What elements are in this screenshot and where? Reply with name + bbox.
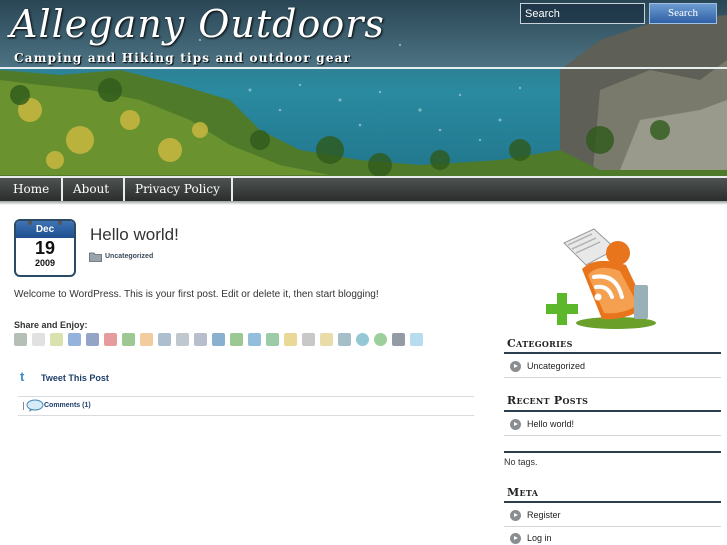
- friendfeed-icon[interactable]: [194, 333, 207, 346]
- mister-wong-icon[interactable]: [338, 333, 351, 346]
- evernote-icon[interactable]: [266, 333, 279, 346]
- site-header: Allegany Outdoors Camping and Hiking tip…: [0, 0, 727, 205]
- print-icon[interactable]: [14, 333, 27, 346]
- widget-title-categories: Categories: [507, 337, 573, 350]
- widget-title-recent-posts: Recent Posts: [507, 394, 589, 407]
- linkedin-icon[interactable]: [212, 333, 225, 346]
- speech-bubble-icon: [26, 399, 44, 412]
- divider: [23, 402, 24, 410]
- rss-reader-icon: [546, 228, 656, 329]
- tumblr-icon[interactable]: [392, 333, 405, 346]
- tag-cloud-empty-text: No tags.: [504, 457, 538, 467]
- netvibes-icon[interactable]: [230, 333, 243, 346]
- site-tagline: Camping and Hiking tips and outdoor gear: [14, 51, 352, 65]
- nav-item-about[interactable]: About: [63, 178, 125, 201]
- google-bookmarks-icon[interactable]: [122, 333, 135, 346]
- share-label: Share and Enjoy:: [14, 320, 88, 330]
- post-footer-bar: Comments (1): [18, 396, 474, 416]
- category-link[interactable]: Uncategorized: [527, 361, 585, 371]
- widget-item-divider: [504, 526, 721, 527]
- search-input[interactable]: [520, 3, 645, 24]
- calendar-ring: [28, 221, 32, 225]
- search-button[interactable]: Search: [649, 3, 717, 24]
- nav-item-home[interactable]: Home: [3, 178, 63, 201]
- post-date-calendar-icon: Dec 19 2009: [14, 219, 76, 277]
- widget-item-divider: [504, 435, 721, 436]
- header-divider: [0, 67, 727, 69]
- post-date-day: 19: [34, 238, 56, 258]
- digg-icon[interactable]: [32, 333, 45, 346]
- post-content: Welcome to WordPress. This is your first…: [14, 289, 379, 300]
- tweet-this-post-link[interactable]: Tweet This Post: [41, 373, 109, 383]
- nav-item-privacy-policy[interactable]: Privacy Policy: [125, 178, 233, 201]
- sphinn-icon[interactable]: [50, 333, 63, 346]
- folder-icon: [89, 252, 102, 262]
- post-category-link[interactable]: Uncategorized: [105, 253, 153, 260]
- stumbleupon-icon[interactable]: [356, 333, 369, 346]
- technorati-icon[interactable]: [374, 333, 387, 346]
- facebook-icon[interactable]: [86, 333, 99, 346]
- widget-rule: [504, 410, 721, 412]
- register-link[interactable]: Register: [527, 510, 561, 520]
- log-in-link[interactable]: Log in: [527, 533, 552, 543]
- comments-link[interactable]: Comments (1): [44, 402, 91, 409]
- hyves-icon[interactable]: [158, 333, 171, 346]
- diigo-icon[interactable]: [140, 333, 153, 346]
- mixx-icon[interactable]: [104, 333, 117, 346]
- arrow-bullet-icon: [510, 510, 521, 521]
- widget-title-meta: Meta: [507, 486, 539, 499]
- widget-rule: [504, 451, 721, 453]
- widget-item-divider: [504, 377, 721, 378]
- widget-rule: [504, 501, 721, 503]
- header-shadow: [0, 201, 727, 205]
- main-navigation: Home About Privacy Policy: [0, 176, 727, 201]
- arrow-bullet-icon: [510, 419, 521, 430]
- twitter-bird-icon: t: [20, 369, 25, 384]
- arrow-bullet-icon: [510, 361, 521, 372]
- recent-post-link[interactable]: Hello world!: [527, 419, 574, 429]
- arrow-bullet-icon: [510, 533, 521, 544]
- delicious-icon[interactable]: [68, 333, 81, 346]
- widget-rule: [504, 352, 721, 354]
- design-float-icon[interactable]: [302, 333, 315, 346]
- faves-icon[interactable]: [284, 333, 297, 346]
- post-date-month: Dec: [16, 221, 74, 238]
- post-title[interactable]: Hello world!: [90, 225, 179, 245]
- yahoo-buzz-icon[interactable]: [320, 333, 333, 346]
- post-date-year: 2009: [34, 258, 56, 268]
- twitter-icon[interactable]: [410, 333, 423, 346]
- email-icon[interactable]: [176, 333, 189, 346]
- blinklist-icon[interactable]: [248, 333, 261, 346]
- site-title[interactable]: Allegany Outdoors: [10, 2, 385, 46]
- calendar-ring: [58, 221, 62, 225]
